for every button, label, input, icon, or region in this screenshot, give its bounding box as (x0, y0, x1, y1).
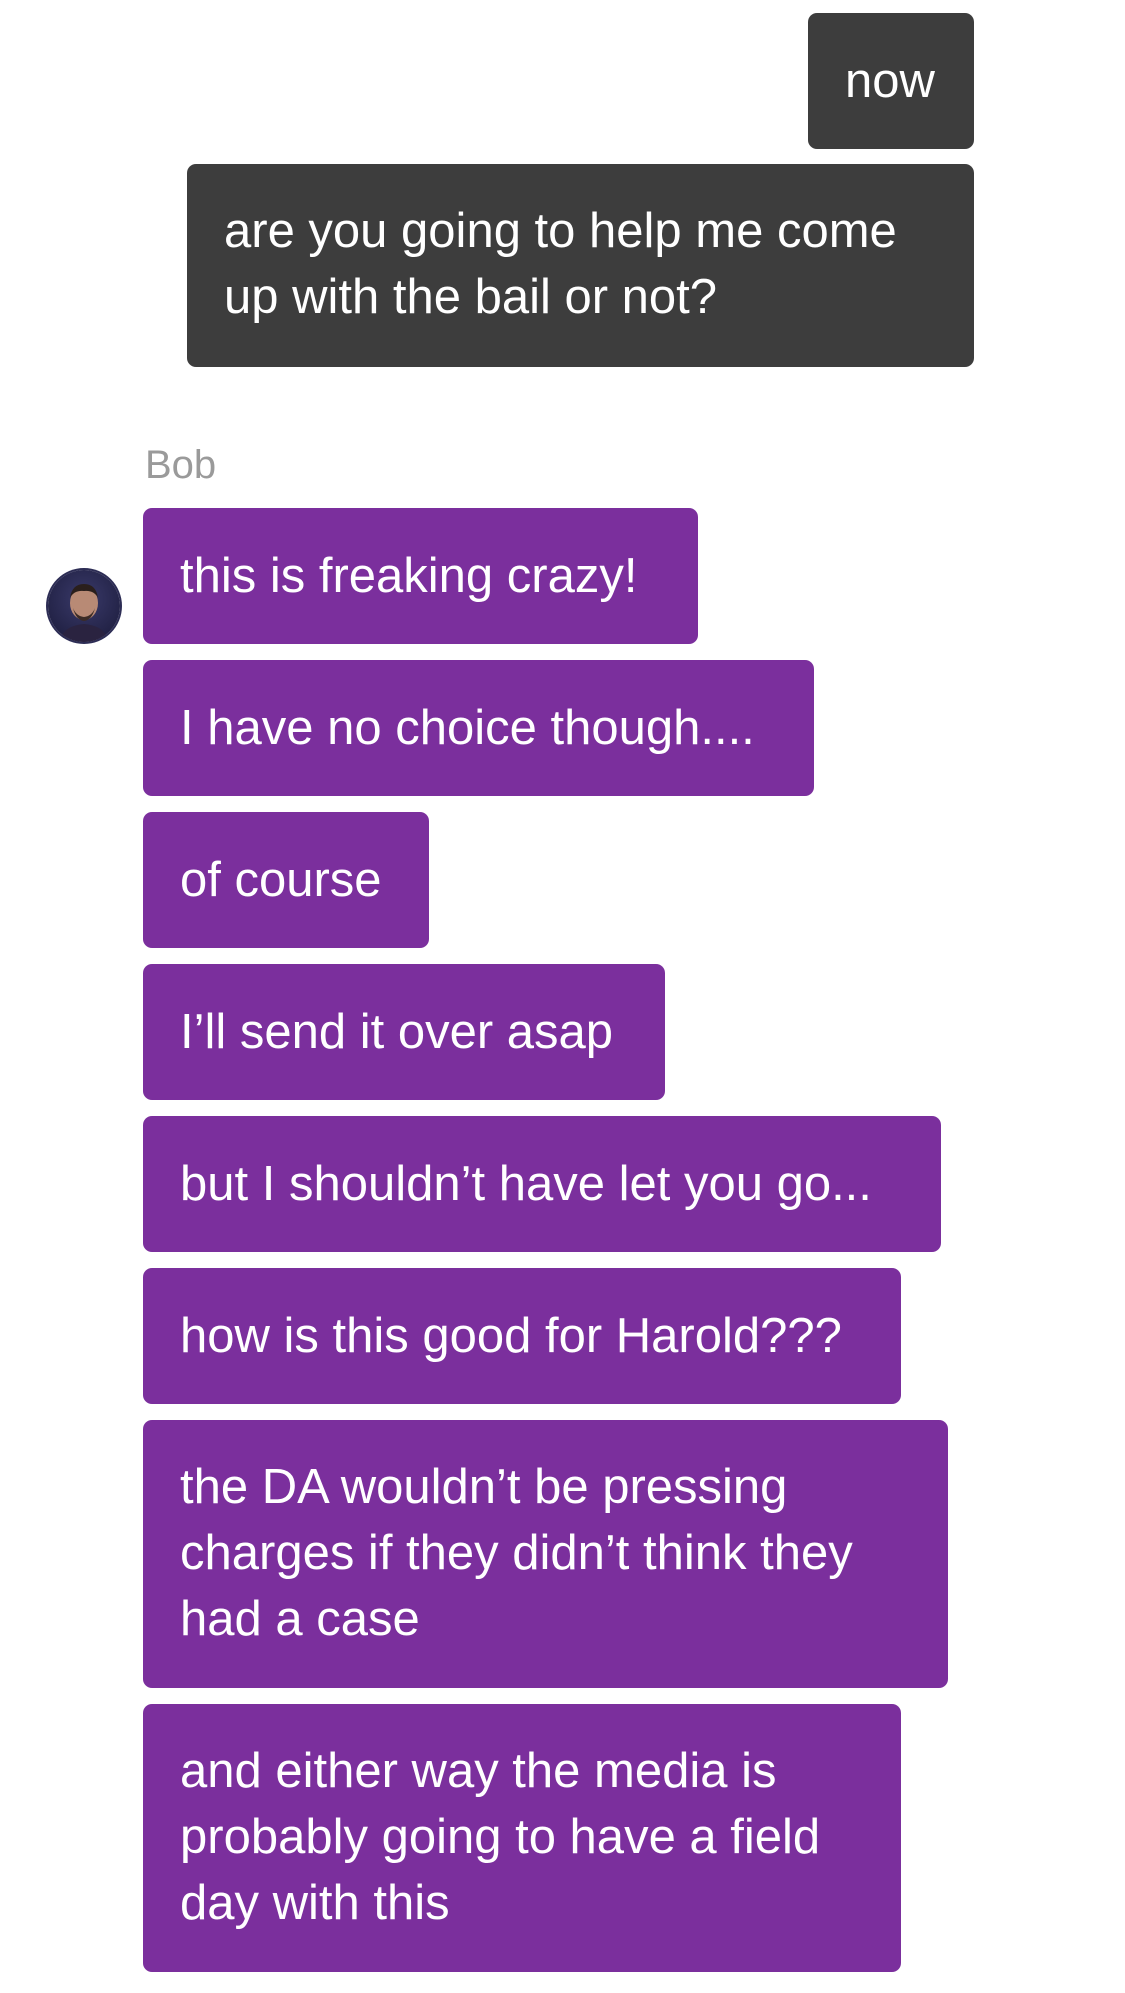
message-text: I’ll send it over asap (180, 1005, 614, 1059)
incoming-message[interactable]: the DA wouldn’t be pressing charges if t… (143, 1420, 948, 1688)
message-text: are you going to help me come up with th… (224, 204, 897, 324)
message-text: the DA wouldn’t be pressing charges if t… (180, 1460, 853, 1646)
message-text: I have no choice though.... (180, 701, 755, 755)
incoming-message[interactable]: I’ll send it over asap (143, 964, 665, 1100)
outgoing-message[interactable]: now (808, 13, 974, 149)
message-text: how is this good for Harold??? (180, 1309, 842, 1363)
incoming-message[interactable]: this is freaking crazy! (143, 508, 698, 644)
message-text: but I shouldn’t have let you go... (180, 1157, 872, 1211)
message-text: and either way the media is probably goi… (180, 1744, 821, 1930)
message-text: of course (180, 853, 382, 907)
incoming-message[interactable]: of course (143, 812, 429, 948)
outgoing-message[interactable]: are you going to help me come up with th… (187, 164, 974, 367)
sender-name: Bob (145, 443, 217, 487)
incoming-message[interactable]: I have no choice though.... (143, 660, 814, 796)
incoming-message[interactable]: how is this good for Harold??? (143, 1268, 901, 1404)
incoming-message[interactable]: but I shouldn’t have let you go... (143, 1116, 941, 1252)
incoming-message[interactable]: and either way the media is probably goi… (143, 1704, 901, 1972)
message-text: now (845, 54, 935, 108)
person-avatar-icon (60, 584, 108, 642)
message-text: this is freaking crazy! (180, 549, 638, 603)
contact-avatar[interactable] (48, 570, 120, 642)
